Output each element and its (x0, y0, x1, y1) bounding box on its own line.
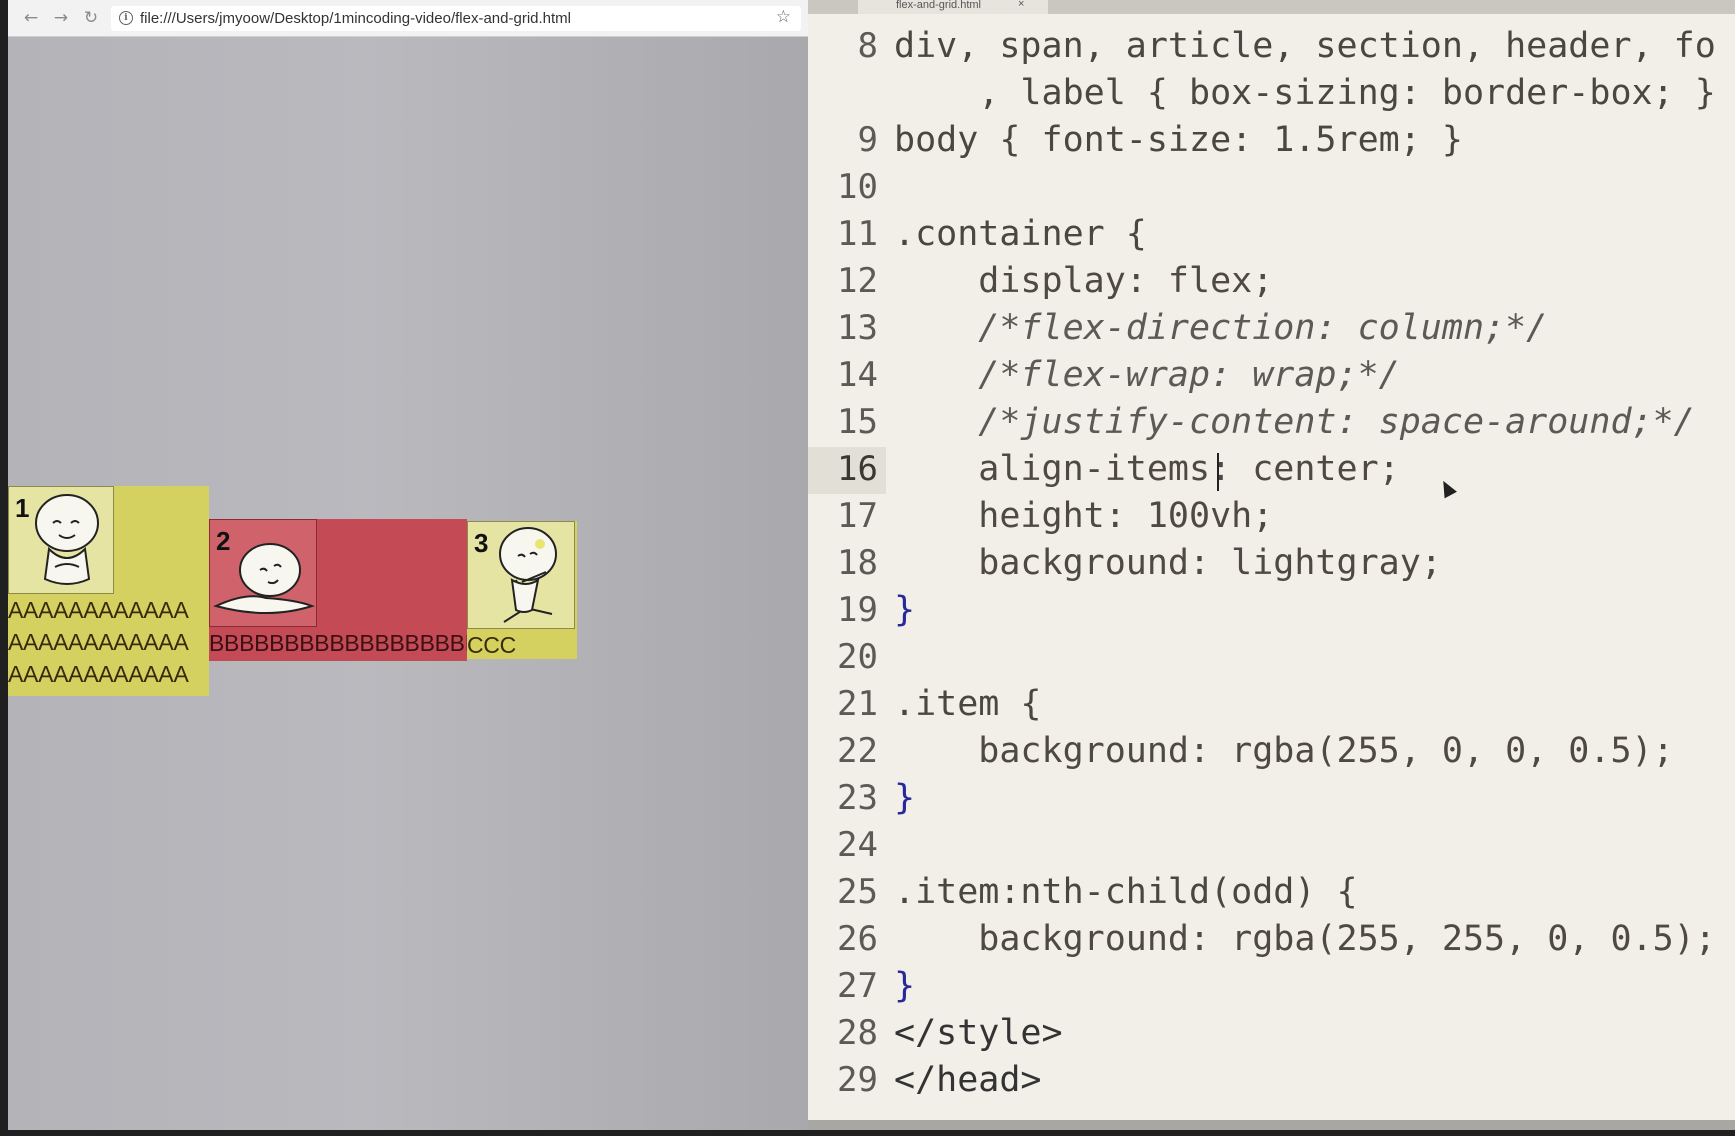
code-text[interactable]: div, span, article, section, header, fo (894, 26, 1716, 66)
code-line[interactable]: 10 (808, 165, 1735, 212)
code-line[interactable]: 27 } (808, 964, 1735, 1011)
code-text[interactable]: .item:nth-child(odd) { (894, 872, 1358, 912)
code-line[interactable]: 25 .item:nth-child(odd) { (808, 870, 1735, 917)
code-comment[interactable]: /*flex-direction: column;*/ (894, 308, 1547, 348)
code-comment[interactable]: /*flex-wrap: wrap;*/ (894, 355, 1399, 395)
code-text[interactable]: background: lightgray; (894, 543, 1442, 583)
character-icon (35, 494, 99, 585)
tab-label: flex-and-grid.html (896, 0, 981, 11)
line-number: 8 (857, 26, 878, 66)
line-number: 29 (837, 1060, 878, 1100)
line-number: 14 (837, 355, 878, 395)
flex-item-3: 3 CCC (467, 521, 577, 659)
code-line[interactable]: , label { box-sizing: border-box; } (808, 71, 1735, 118)
item-2-text: BBBBBBBBBBBBBBBBBBB (209, 630, 467, 656)
code-text[interactable]: align-items: center; (894, 449, 1399, 489)
line-number: 25 (837, 872, 878, 912)
code-line[interactable]: 24 (808, 823, 1735, 870)
info-icon[interactable]: i (119, 11, 133, 25)
line-number: 16 (837, 449, 878, 489)
character-icon (499, 527, 557, 623)
code-line[interactable]: 21 .item { (808, 682, 1735, 729)
reload-icon[interactable]: ↻ (80, 7, 102, 29)
flex-container: 1 AAAAAAAAAAAA AAAAAAAAAAAA AAAAAAAAAAAA (8, 486, 808, 696)
close-icon[interactable]: × (1018, 0, 1024, 10)
code-text[interactable]: </style> (894, 1013, 1063, 1053)
code-text[interactable]: .item { (894, 684, 1042, 724)
screen: ← → ↻ i file:///Users/jmyoow/Desktop/1mi… (0, 0, 1735, 1136)
line-number: 26 (837, 919, 878, 959)
code-line[interactable]: 28 </style> (808, 1011, 1735, 1058)
forward-icon[interactable]: → (50, 7, 72, 29)
code-text[interactable]: background: rgba(255, 0, 0, 0.5); (894, 731, 1673, 771)
line-number: 20 (837, 637, 878, 677)
code-line[interactable]: 12 display: flex; (808, 259, 1735, 306)
item-3-text: CCC (467, 632, 516, 658)
code-line[interactable]: 20 (808, 635, 1735, 682)
browser-window: ← → ↻ i file:///Users/jmyoow/Desktop/1mi… (8, 0, 808, 1130)
code-line[interactable]: 23 } (808, 776, 1735, 823)
gutter (808, 71, 886, 118)
line-number: 10 (837, 167, 878, 207)
code-line[interactable]: 15 /*justify-content: space-around;*/ (808, 400, 1735, 447)
code-line[interactable]: 18 background: lightgray; (808, 541, 1735, 588)
code-line[interactable]: 19 } (808, 588, 1735, 635)
code-text[interactable]: , label { box-sizing: border-box; } (894, 73, 1716, 113)
back-icon[interactable]: ← (20, 7, 42, 29)
bookmark-star-icon[interactable]: ☆ (776, 7, 791, 27)
code-text[interactable]: } (894, 590, 915, 630)
item-1-text-line-1: AAAAAAAAAAAA (8, 597, 189, 623)
tab-flex-and-grid[interactable]: flex-and-grid.html × (858, 0, 1048, 14)
code-text[interactable]: .container { (894, 214, 1147, 254)
line-number: 21 (837, 684, 878, 724)
line-number: 24 (837, 825, 878, 865)
character-image-1: 1 (8, 486, 114, 594)
code-line[interactable]: 8 div, span, article, section, header, f… (808, 24, 1735, 71)
code-text[interactable]: } (894, 966, 915, 1006)
item-1-text-line-2: AAAAAAAAAAAA (8, 629, 189, 655)
code-comment[interactable]: /*justify-content: space-around;*/ (894, 402, 1694, 442)
line-number: 9 (857, 120, 878, 160)
address-bar[interactable]: i file:///Users/jmyoow/Desktop/1mincodin… (111, 6, 801, 31)
line-number: 12 (837, 261, 878, 301)
line-number: 19 (837, 590, 878, 630)
line-number: 28 (837, 1013, 878, 1053)
code-text[interactable]: body { font-size: 1.5rem; } (894, 120, 1463, 160)
browser-toolbar: ← → ↻ i file:///Users/jmyoow/Desktop/1mi… (8, 0, 808, 37)
code-line[interactable]: 26 background: rgba(255, 255, 0, 0.5); (808, 917, 1735, 964)
editor-scrollbar[interactable] (808, 1120, 1735, 1130)
url-text[interactable]: file:///Users/jmyoow/Desktop/1mincoding-… (140, 10, 571, 27)
code-line[interactable]: 14 /*flex-wrap: wrap;*/ (808, 353, 1735, 400)
code-text[interactable]: background: rgba(255, 255, 0, 0.5); (894, 919, 1716, 959)
line-number: 15 (837, 402, 878, 442)
code-editor[interactable]: flex-and-grid.html × 8 div, span, articl… (808, 0, 1735, 1130)
line-number: 13 (837, 308, 878, 348)
text-caret (1217, 453, 1219, 491)
line-number: 23 (837, 778, 878, 818)
character-image-3: 3 (467, 521, 575, 629)
code-text[interactable]: display: flex; (894, 261, 1273, 301)
code-line[interactable]: 29 </head> (808, 1058, 1735, 1105)
line-number: 11 (837, 214, 878, 254)
line-number: 17 (837, 496, 878, 536)
item-1-text-line-3: AAAAAAAAAAAA (8, 661, 189, 687)
line-number: 27 (837, 966, 878, 1006)
code-line[interactable]: 22 background: rgba(255, 0, 0, 0.5); (808, 729, 1735, 776)
flex-item-2: 2 BBBBBBBBBBBBBBBBBBB (209, 519, 467, 661)
character-image-2: 2 (209, 519, 317, 627)
code-line[interactable]: 11 .container { (808, 212, 1735, 259)
code-line-active[interactable]: 16 align-items: center; (808, 447, 1735, 494)
code-line[interactable]: 13 /*flex-direction: column;*/ (808, 306, 1735, 353)
character-icon (213, 543, 316, 614)
code-text[interactable]: </head> (894, 1060, 1042, 1100)
line-number: 18 (837, 543, 878, 583)
line-number: 22 (837, 731, 878, 771)
code-text[interactable]: } (894, 778, 915, 818)
flex-item-1: 1 AAAAAAAAAAAA AAAAAAAAAAAA AAAAAAAAAAAA (8, 486, 209, 696)
code-text[interactable]: height: 100vh; (894, 496, 1273, 536)
code-line[interactable]: 9 body { font-size: 1.5rem; } (808, 118, 1735, 165)
code-line[interactable]: 17 height: 100vh; (808, 494, 1735, 541)
editor-tab-bar: flex-and-grid.html × (808, 0, 1735, 14)
